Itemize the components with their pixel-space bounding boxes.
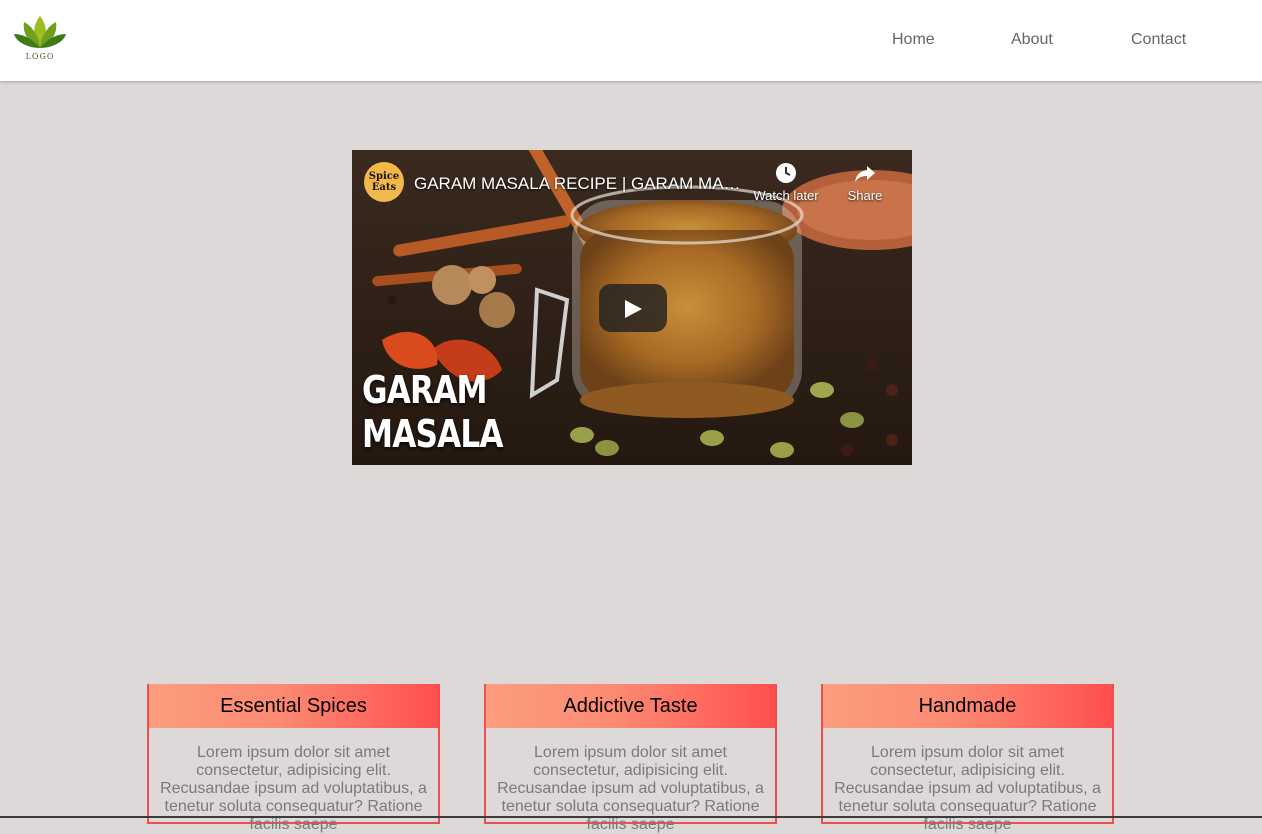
overlay-line-1: GARAM (362, 368, 488, 412)
video-title[interactable]: GARAM MASALA RECIPE | GARAM MA… (414, 174, 741, 194)
site-header: LOGO Home About Contact (0, 0, 1262, 81)
watch-later-label: Watch later (753, 188, 819, 203)
feature-card-handmade: Handmade Lorem ipsum dolor sit amet cons… (821, 684, 1114, 833)
feature-card-text: Lorem ipsum dolor sit amet consectetur, … (497, 744, 764, 833)
play-button[interactable] (599, 284, 667, 332)
play-icon (625, 300, 642, 318)
logo-text: LOGO (25, 52, 55, 61)
feature-card-addictive-taste: Addictive Taste Lorem ipsum dolor sit am… (484, 684, 777, 833)
clock-icon (751, 162, 821, 188)
overlay-line-2: MASALA (362, 412, 504, 456)
embedded-video[interactable]: Spice Eats GARAM MASALA RECIPE | GARAM M… (352, 150, 912, 465)
feature-card-title: Essential Spices (149, 684, 438, 728)
nav-home[interactable]: Home (892, 31, 935, 49)
share-button[interactable]: Share (830, 162, 900, 203)
thumbnail-overlay-title: GARAM MASALA (362, 368, 504, 456)
feature-card-text: Lorem ipsum dolor sit amet consectetur, … (160, 744, 427, 833)
feature-card-essential-spices: Essential Spices Lorem ipsum dolor sit a… (147, 684, 440, 833)
feature-card-text: Lorem ipsum dolor sit amet consectetur, … (834, 744, 1101, 833)
feature-card-title: Handmade (823, 684, 1112, 728)
share-icon (830, 162, 900, 188)
share-label: Share (847, 188, 883, 203)
nav-contact[interactable]: Contact (1131, 31, 1186, 49)
watch-later-button[interactable]: Watch later (751, 162, 821, 203)
channel-avatar[interactable]: Spice Eats (364, 162, 404, 202)
site-logo[interactable]: LOGO (12, 14, 70, 66)
lotus-logo-icon (14, 16, 66, 48)
feature-card-title: Addictive Taste (486, 684, 775, 728)
nav-about[interactable]: About (1011, 31, 1053, 49)
